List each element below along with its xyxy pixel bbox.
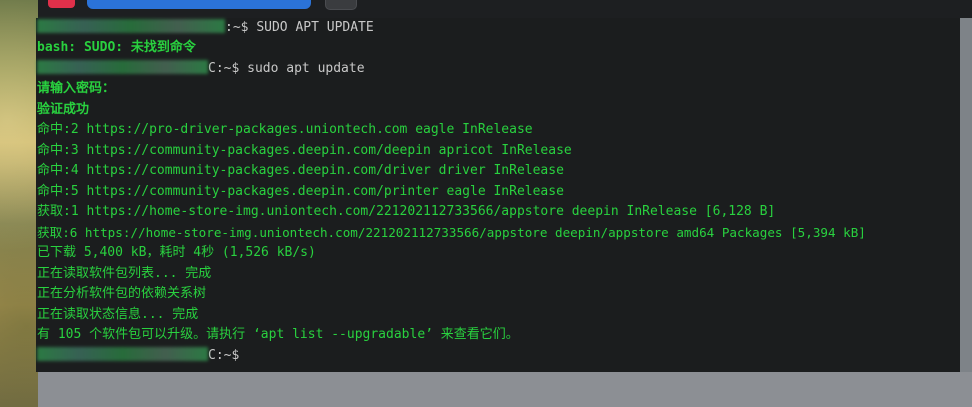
desktop-wallpaper (0, 0, 38, 407)
terminal-line-prompt: :~$ SUDO APT UPDATE (37, 18, 374, 38)
terminal-line-prompt: C:~$ (37, 346, 247, 366)
prompt-suffix: :~$ (225, 20, 257, 35)
terminal-line: 正在读取软件包列表... 完成 (37, 266, 212, 281)
redacted-username (37, 347, 208, 361)
new-tab-button[interactable] (325, 0, 357, 10)
redacted-username (37, 19, 225, 33)
window-right-edge (960, 18, 972, 407)
terminal-line: 命中:3 https://community-packages.deepin.c… (37, 143, 572, 158)
terminal-line: bash: SUDO: 未找到命令 (37, 40, 196, 55)
terminal-line: 验证成功 (37, 102, 90, 117)
terminal-tab-active[interactable] (87, 0, 311, 9)
terminal-line: 命中:4 https://community-packages.deepin.c… (37, 163, 564, 178)
terminal-line: 请输入密码： (37, 81, 116, 96)
terminal-line: 命中:2 https://pro-driver-packages.unionte… (37, 122, 533, 137)
window-bottom-edge (38, 372, 972, 407)
command-text: sudo apt update (247, 61, 365, 76)
redacted-username (37, 60, 208, 74)
terminal-line: 获取:1 https://home-store-img.uniontech.co… (37, 204, 776, 219)
terminal-line-prompt: C:~$ sudo apt update (37, 59, 365, 79)
prompt-suffix: C:~$ (208, 348, 248, 363)
command-text: SUDO APT UPDATE (256, 20, 374, 35)
prompt-suffix: C:~$ (208, 61, 248, 76)
terminal-line: 有 105 个软件包可以升级。请执行 ‘apt list --upgradabl… (37, 327, 519, 342)
window-menu-button[interactable] (48, 0, 75, 8)
terminal-line: 命中:5 https://community-packages.deepin.c… (37, 184, 564, 199)
terminal-line: 获取:6 https://home-store-img.uniontech.co… (37, 225, 866, 240)
screen: :~$ SUDO APT UPDATE bash: SUDO: 未找到命令 C:… (0, 0, 972, 407)
terminal-line: 正在读取状态信息... 完成 (37, 307, 199, 322)
terminal-line: 已下载 5,400 kB，耗时 4秒 (1,526 kB/s) (37, 245, 316, 260)
terminal-line: 正在分析软件包的依赖关系树 (37, 286, 207, 301)
